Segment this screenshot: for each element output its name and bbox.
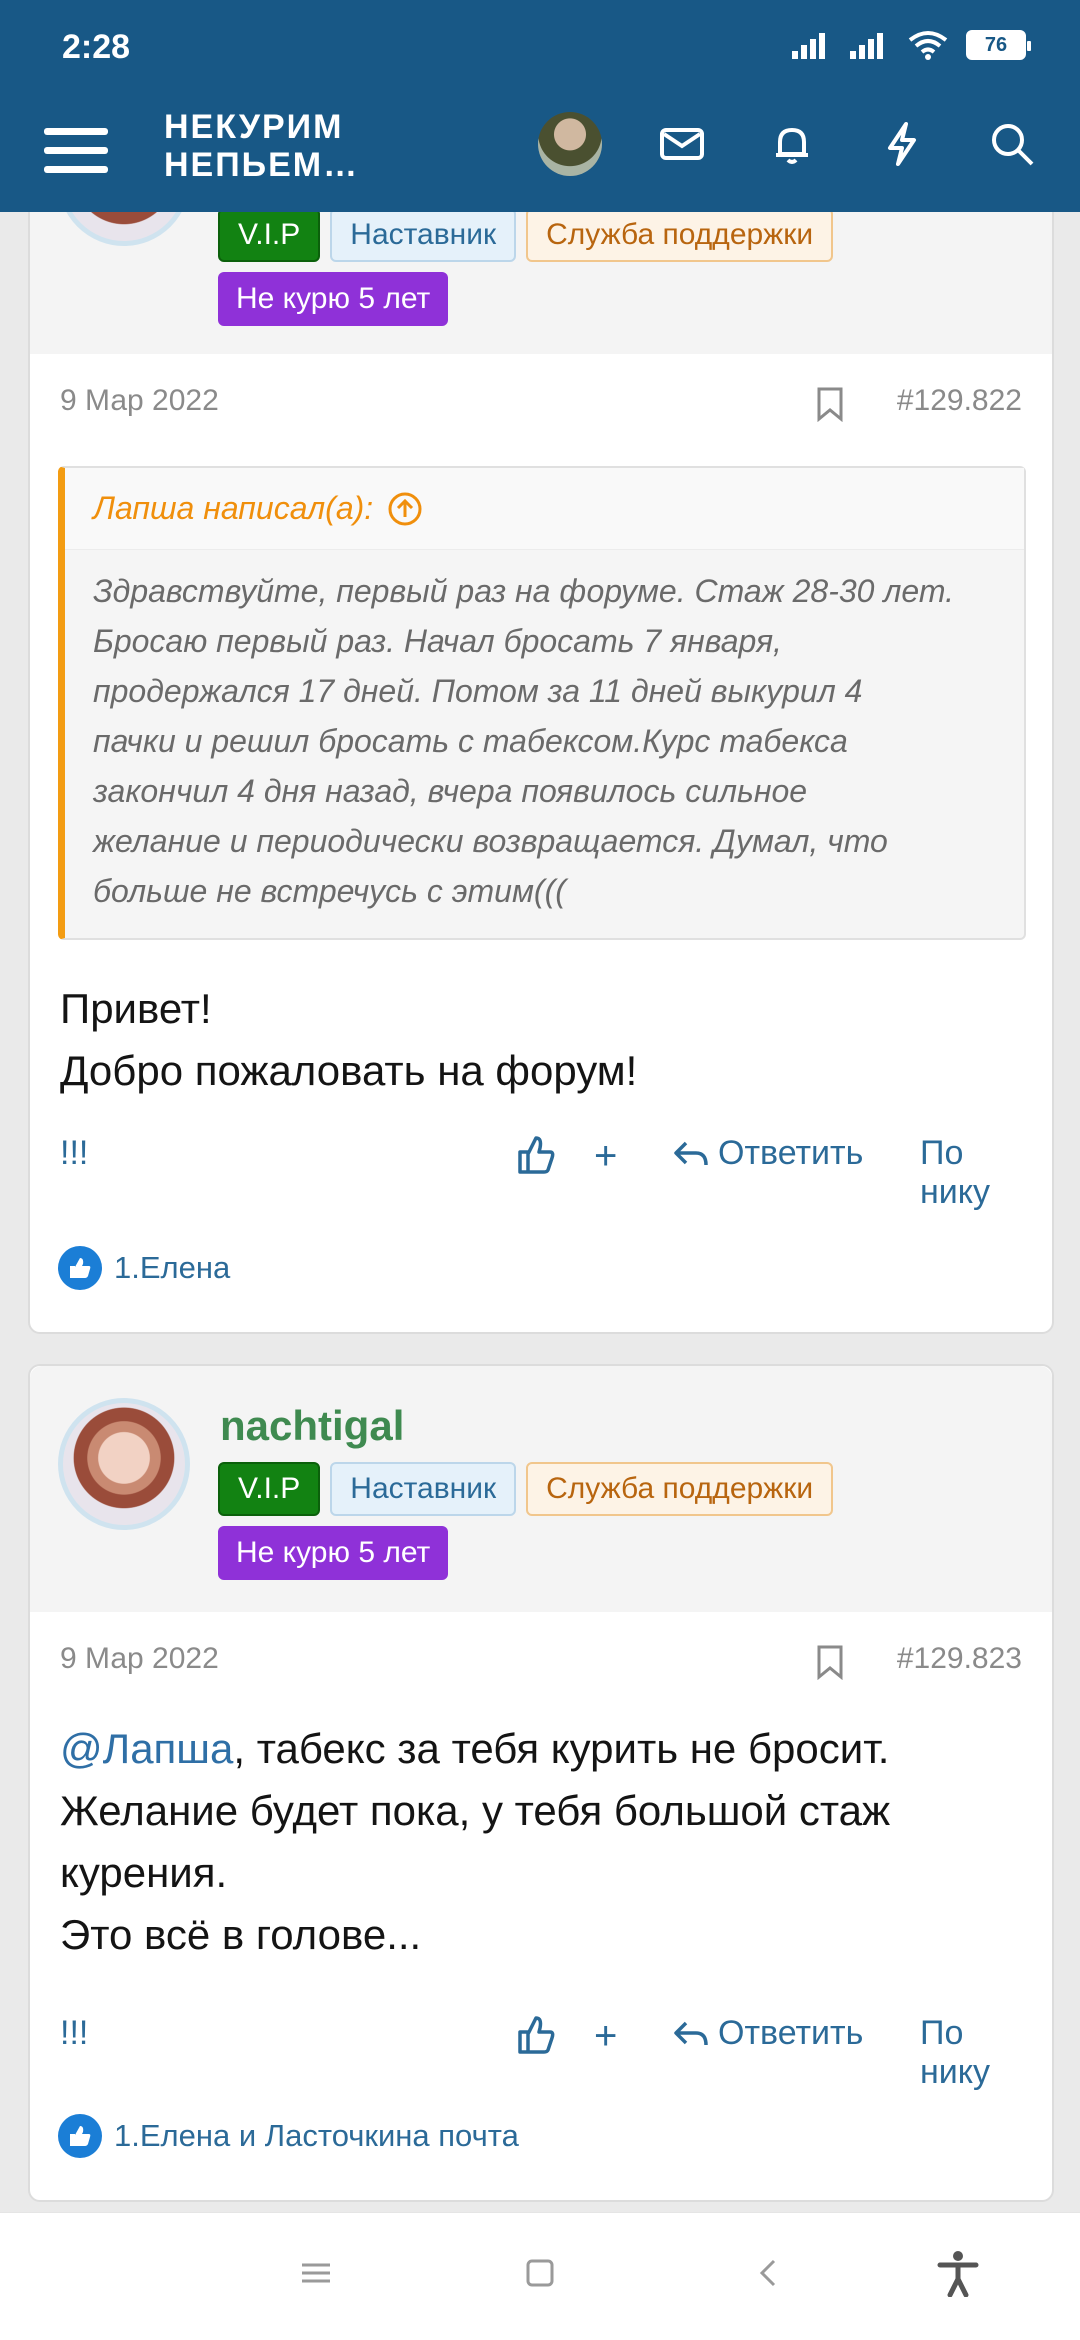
reply-icon	[674, 1141, 708, 1165]
quote-block: Лапша написал(а): Здравствуйте, первый р…	[58, 466, 1026, 940]
menu-lines-icon[interactable]	[296, 2253, 336, 2293]
post-number[interactable]: #129.822	[897, 384, 1022, 418]
post-message: @Лапша, табекс за тебя курить не бросит.…	[60, 1725, 891, 1958]
user-badges: V.I.P Наставник Служба поддержки Не курю…	[218, 1462, 918, 1590]
top-navbar: НЕКУРИМ НЕПЬЕМ…	[0, 100, 1080, 212]
user-avatar[interactable]	[538, 112, 602, 176]
post-username[interactable]: nachtigal	[220, 1402, 404, 1450]
accessibility-icon[interactable]	[936, 2249, 980, 2297]
menu-button[interactable]	[44, 118, 108, 182]
arrow-up-circle-icon[interactable]	[387, 491, 423, 527]
badge-years: Не курю 5 лет	[218, 272, 449, 326]
like-reaction-icon	[58, 1246, 102, 1290]
plus-button[interactable]: +	[594, 1134, 617, 1179]
reply-button[interactable]: Ответить	[672, 2014, 863, 2053]
post-129823: nachtigal V.I.P Наставник Служба поддерж…	[28, 1364, 1054, 2202]
plus-button[interactable]: +	[594, 2014, 617, 2059]
quote-text: Здравствуйте, первый раз на форуме. Стаж…	[93, 573, 954, 909]
bookmark-icon[interactable]	[816, 1644, 844, 1680]
reactions-bar[interactable]: 1.Елена и Ласточкина почта	[58, 2114, 519, 2158]
report-link[interactable]: !!!	[60, 1134, 88, 1173]
quote-header[interactable]: Лапша написал(а):	[65, 468, 1024, 550]
post-meta: 9 Мар 2022 #129.823	[60, 1642, 1022, 1682]
site-logo[interactable]: НЕКУРИМ НЕПЬЕМ…	[164, 108, 359, 184]
bookmark-icon[interactable]	[816, 386, 844, 422]
badge-support: Служба поддержки	[526, 1462, 834, 1516]
home-square-icon[interactable]	[520, 2253, 560, 2293]
badge-years: Не курю 5 лет	[218, 1526, 449, 1580]
post-meta: 9 Мар 2022 #129.822	[60, 384, 1022, 424]
system-nav-bar	[0, 2212, 1080, 2340]
post-actions: !!! + Ответить По нику	[60, 1134, 1022, 1211]
bell-icon[interactable]	[766, 118, 818, 170]
post-number[interactable]: #129.823	[897, 1642, 1022, 1676]
signal-icon	[850, 33, 883, 59]
avatar[interactable]	[58, 1398, 190, 1530]
reply-button[interactable]: Ответить	[672, 1134, 863, 1173]
reply-icon	[674, 2021, 708, 2045]
quote-by-nick-link[interactable]: По нику	[920, 1134, 1022, 1212]
badge-vip: V.I.P	[218, 1462, 321, 1516]
badge-mentor: Наставник	[330, 1462, 517, 1516]
post-actions: !!! + Ответить По нику	[60, 2014, 1022, 2091]
quote-author: Лапша написал(а):	[93, 490, 374, 526]
badge-vip: V.I.P	[218, 208, 321, 262]
signal-icon	[792, 33, 825, 59]
badge-support: Служба поддержки	[526, 208, 834, 262]
app-header: 2:28 76 НЕКУРИМ НЕПЬЕМ…	[0, 0, 1080, 212]
post-date[interactable]: 9 Мар 2022	[60, 384, 219, 418]
post-129822: V.I.P Наставник Служба поддержки Не курю…	[28, 114, 1054, 1334]
search-icon[interactable]	[986, 118, 1038, 170]
like-reaction-icon	[58, 2114, 102, 2158]
wifi-icon	[908, 31, 948, 60]
badge-mentor: Наставник	[330, 208, 517, 262]
status-icons: 76	[792, 30, 1031, 60]
post-message: Привет! Добро пожаловать на форум!	[60, 985, 638, 1094]
quote-by-nick-link[interactable]: По нику	[920, 2014, 1022, 2092]
post-date[interactable]: 9 Мар 2022	[60, 1642, 219, 1676]
report-link[interactable]: !!!	[60, 2014, 88, 2053]
likes-text: 1.Елена	[114, 1250, 231, 1285]
user-mention-link[interactable]: @Лапша	[60, 1725, 233, 1772]
battery-indicator: 76	[966, 30, 1031, 60]
likes-text: 1.Елена и Ласточкина почта	[114, 2118, 519, 2153]
thumbs-up-icon[interactable]	[516, 2014, 556, 2056]
status-time: 2:28	[62, 28, 131, 66]
back-chevron-icon[interactable]	[748, 2253, 788, 2293]
bolt-icon[interactable]	[876, 118, 928, 170]
user-badges: V.I.P Наставник Служба поддержки Не курю…	[218, 208, 918, 336]
reactions-bar[interactable]: 1.Елена	[58, 1246, 230, 1290]
inbox-icon[interactable]	[656, 118, 708, 170]
thumbs-up-icon[interactable]	[516, 1134, 556, 1176]
status-bar: 2:28 76	[0, 0, 1080, 100]
post-user-block: nachtigal V.I.P Наставник Служба поддерж…	[30, 1366, 1052, 1612]
